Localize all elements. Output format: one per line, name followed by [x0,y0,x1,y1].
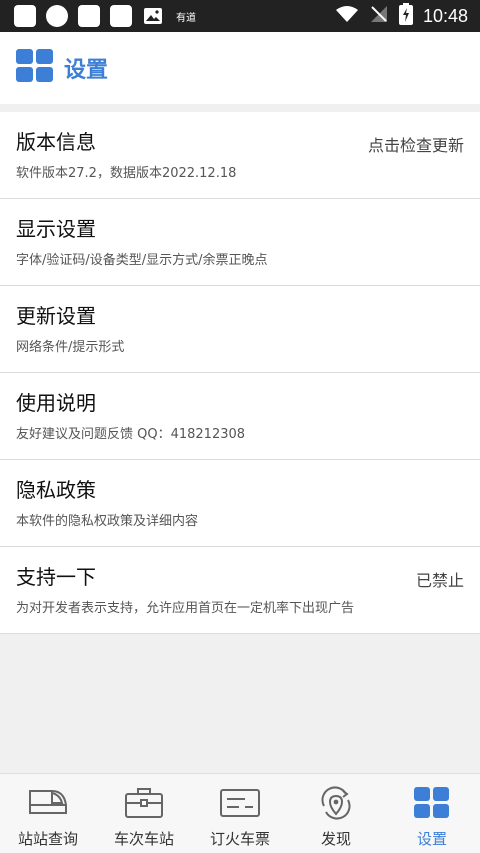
support-status: 已禁止 [415,571,464,590]
tab-book-ticket[interactable]: 订火车票 [192,774,288,853]
setting-subtitle: 软件版本27.2，数据版本2022.12.18 [16,166,237,181]
setting-subtitle: 友好建议及问题反馈 QQ：418212308 [16,427,246,442]
setting-title: 使用说明 [16,391,96,415]
grid-icon [16,49,54,87]
status-bar: 有道 10:48 [0,0,480,32]
briefcase-icon [122,786,166,820]
no-signal-icon [369,4,389,28]
page-header: 设置 [0,32,480,104]
app-label: 有道 [176,12,196,24]
setting-title: 支持一下 [16,565,96,589]
tab-train-station[interactable]: 车次车站 [96,774,192,853]
circle-notification-icon [46,5,68,27]
tab-label: 站站查询 [17,830,78,848]
image-icon [142,5,164,27]
location-refresh-icon [314,786,358,820]
wifi-icon [335,5,359,27]
setting-version-info[interactable]: 版本信息 软件版本27.2，数据版本2022.12.18 点击检查更新 [0,112,480,199]
setting-subtitle: 字体/验证码/设备类型/显示方式/余票正晚点 [16,253,268,268]
system-status: 10:48 [335,3,480,29]
tab-settings[interactable]: 设置 [384,774,480,853]
app-notification-icon [78,5,100,27]
setting-privacy-policy[interactable]: 隐私政策 本软件的隐私权政策及详细内容 [0,460,480,547]
tab-label: 发现 [320,830,351,848]
tab-station-query[interactable]: 站站查询 [0,774,96,853]
tab-label: 车次车站 [113,830,174,848]
tab-label: 设置 [416,830,447,848]
setting-update[interactable]: 更新设置 网络条件/提示形式 [0,286,480,373]
setting-usage-guide[interactable]: 使用说明 友好建议及问题反馈 QQ：418212308 [0,373,480,460]
app-notification-icon [110,5,132,27]
setting-title: 显示设置 [16,217,96,241]
settings-list: 版本信息 软件版本27.2，数据版本2022.12.18 点击检查更新 显示设置… [0,112,480,634]
battery-charging-icon [398,3,413,29]
setting-subtitle: 本软件的隐私权政策及详细内容 [16,514,199,529]
notification-icons: 有道 [0,5,196,27]
tab-label: 订火车票 [209,830,270,848]
check-update-link[interactable]: 点击检查更新 [368,132,464,156]
setting-title: 隐私政策 [16,478,96,502]
ticket-icon [218,786,262,820]
setting-display[interactable]: 显示设置 字体/验证码/设备类型/显示方式/余票正晚点 [0,199,480,286]
setting-subtitle: 为对开发者表示支持，允许应用首页在一定机率下出现广告 [16,601,355,616]
grid-icon [410,786,454,820]
app-notification-icon [14,5,36,27]
bottom-tab-bar: 站站查询 车次车站 订火车票 发现 设置 [0,773,480,853]
setting-title: 更新设置 [16,304,96,328]
setting-subtitle: 网络条件/提示形式 [16,340,125,355]
setting-support[interactable]: 支持一下 为对开发者表示支持，允许应用首页在一定机率下出现广告 已禁止 [0,547,480,634]
page-title: 设置 [64,58,109,83]
clock: 10:48 [422,5,468,26]
train-icon [26,786,70,820]
tab-discover[interactable]: 发现 [288,774,384,853]
